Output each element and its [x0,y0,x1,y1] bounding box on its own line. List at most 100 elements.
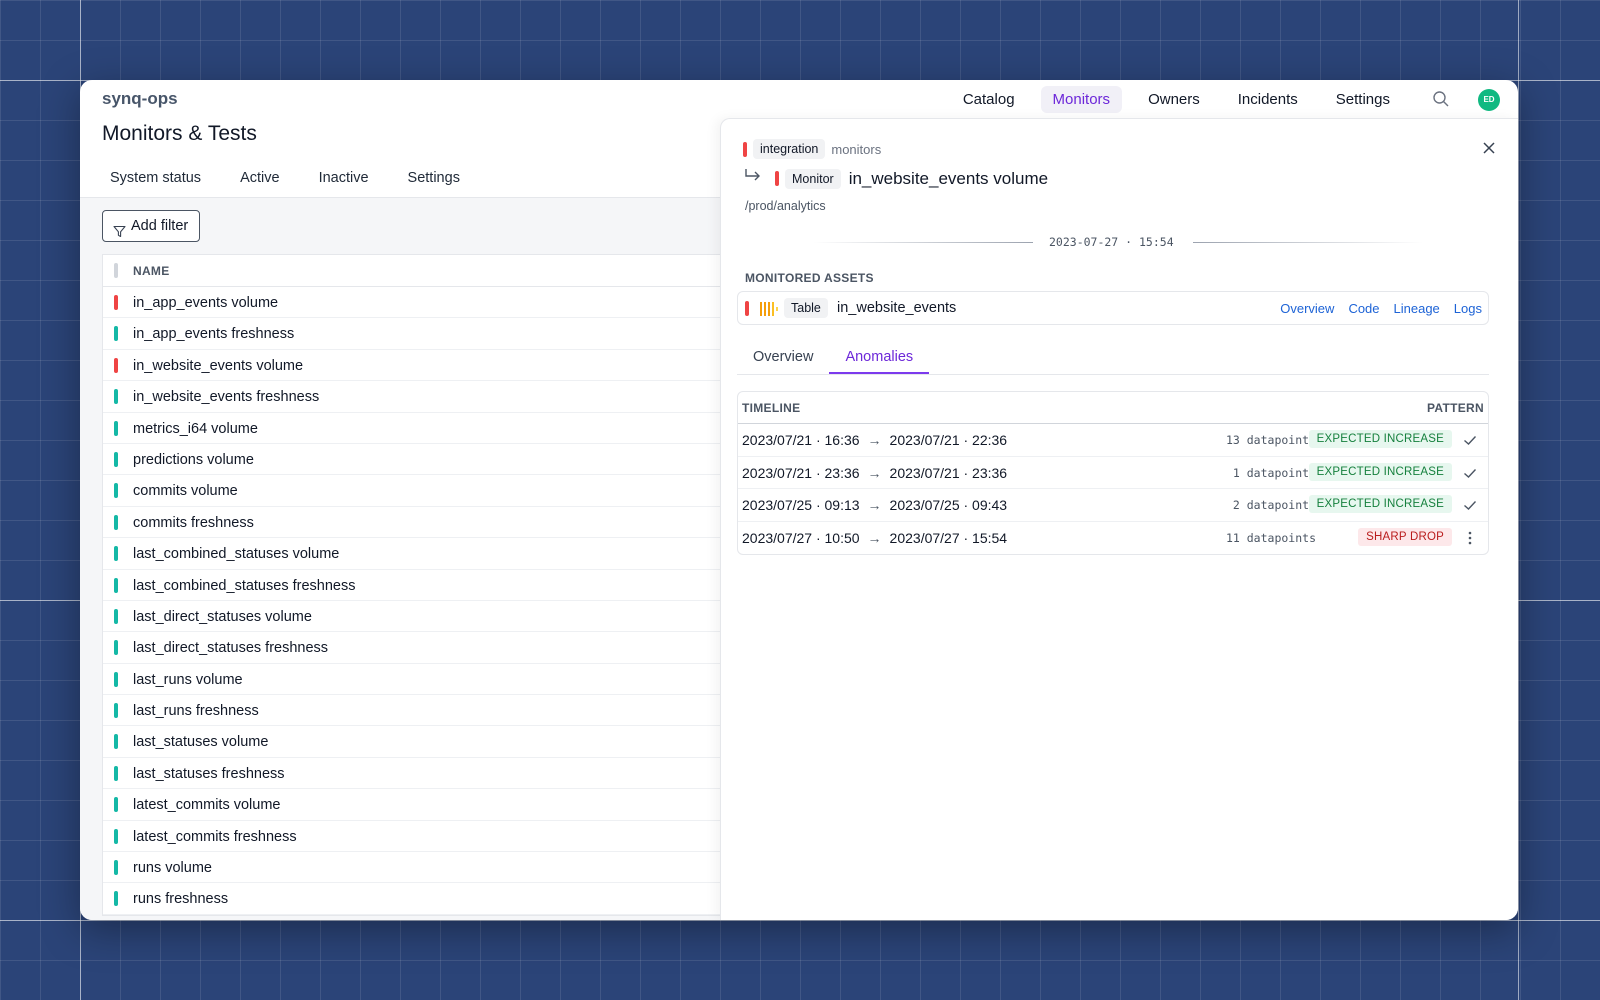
monitor-name: commits volume [133,483,238,500]
asset-type-chip: Table [784,298,828,318]
divider-line [1193,242,1423,243]
brand-name[interactable]: synq-ops [102,89,178,109]
monitor-name: in_app_events freshness [133,326,295,343]
avatar[interactable]: ED [1478,88,1500,111]
close-icon[interactable] [1482,141,1496,155]
anomaly-row[interactable]: 2023/07/21 · 16:36 → 2023/07/21 · 22:36 13 … [738,424,1488,457]
tab-active[interactable]: Active [232,158,288,198]
integration-status-bar [743,141,747,157]
anomaly-start: 2023/07/21 · 23:36 [742,464,860,481]
monitor-heading: Monitor in_website_events volume [743,168,1048,189]
table-row[interactable]: runs volume [103,852,742,884]
monitor-name: predictions volume [133,451,254,468]
monitor-name: last_direct_statuses freshness [133,640,329,657]
monitor-name: in_website_events volume [133,357,304,374]
anomaly-row[interactable]: 2023/07/25 · 09:13 → 2023/07/25 · 09:43 2 d… [738,489,1488,522]
table-row[interactable]: last_statuses volume [103,726,742,758]
nav-incidents[interactable]: Incidents [1226,86,1310,113]
add-filter-button[interactable]: Add filter [102,210,201,242]
table-row[interactable]: latest_commits freshness [103,821,742,853]
page-title: Monitors & Tests [102,122,257,145]
asset-link-lineage[interactable]: Lineage [1394,301,1440,316]
anomaly-end: 2023/07/27 · 15:54 [889,529,1008,546]
table-row[interactable]: last_combined_statuses volume [103,538,742,570]
anomaly-range: 2023/07/25 · 09:13 → 2023/07/25 · 09:43 [742,497,1007,513]
table-row[interactable]: latest_commits volume [103,789,742,821]
asset-link-overview[interactable]: Overview [1280,301,1334,316]
table-row[interactable]: last_combined_statuses freshness [103,570,742,601]
anomalies-table: TIMELINE PATTERN 2023/07/21 · 16:36 → 2023… [737,391,1489,555]
nav-owners[interactable]: Owners [1136,86,1212,113]
timestamp: 2023-07-27 · 15:54 [1049,235,1174,249]
status-indicator [114,891,118,907]
anomaly-start: 2023/07/25 · 09:13 [742,497,860,513]
anomaly-start: 2023/07/27 · 10:50 [742,529,860,546]
table-row[interactable]: commits freshness [103,507,742,539]
table-row[interactable]: runs freshness [103,883,742,915]
add-filter-label: Add filter [131,218,189,234]
table-row[interactable]: metrics_i64 volume [103,413,742,444]
check-icon[interactable] [1462,432,1478,448]
table-row[interactable]: in_app_events freshness [103,318,742,350]
integration-name[interactable]: monitors [831,142,881,157]
table-row[interactable]: last_runs freshness [103,695,742,727]
tab-system-status[interactable]: System status [102,158,209,198]
monitor-name: commits freshness [133,514,254,531]
nav-settings[interactable]: Settings [1324,86,1402,113]
monitor-name: last_direct_statuses volume [133,608,312,625]
anomaly-row[interactable]: 2023/07/21 · 23:36 → 2023/07/21 · 23:36 1 d… [738,457,1488,489]
asset-link-code[interactable]: Code [1348,301,1379,316]
divider-line [813,242,1033,243]
anomaly-end: 2023/07/25 · 09:43 [889,497,1008,513]
tab-anomalies[interactable]: Anomalies [829,341,930,374]
tab-settings[interactable]: Settings [400,158,468,198]
pattern-badge: EXPECTED INCREASE [1308,495,1452,513]
anomaly-end: 2023/07/21 · 22:36 [889,432,1008,448]
monitor-name: last_runs freshness [133,703,259,720]
table-row[interactable]: in_website_events volume [103,350,742,382]
table-row[interactable]: last_direct_statuses volume [103,601,742,633]
monitor-name: runs freshness [133,891,229,908]
column-header-timeline[interactable]: TIMELINE [742,401,800,415]
tab-overview[interactable]: Overview [737,341,829,374]
monitors-table: NAME in_app_events volume in_app_events f… [102,254,742,916]
status-column-marker [114,263,118,278]
column-header-pattern[interactable]: PATTERN [1427,401,1484,415]
table-header: NAME [103,255,742,287]
monitored-asset-row[interactable]: Table in_website_events Overview Code Li… [737,291,1489,325]
monitor-name: in_app_events volume [133,295,279,311]
nav-catalog[interactable]: Catalog [951,86,1027,113]
arrow-right-icon: → [867,432,882,448]
asset-link-logs[interactable]: Logs [1454,301,1482,316]
table-row[interactable]: last_runs volume [103,664,742,696]
tab-inactive[interactable]: Inactive [311,158,377,198]
table-body: in_app_events volume in_app_events freshn… [103,287,742,915]
table-row[interactable]: in_website_events freshness [103,381,742,413]
monitor-name: last_combined_statuses freshness [133,577,356,594]
table-row[interactable]: in_app_events volume [103,287,742,319]
check-icon[interactable] [1462,465,1478,481]
table-row[interactable]: predictions volume [103,444,742,476]
table-row[interactable]: commits volume [103,475,742,507]
pattern-badge: EXPECTED INCREASE [1308,430,1452,448]
status-indicator [114,451,118,467]
anomalies-body: 2023/07/21 · 16:36 → 2023/07/21 · 22:36 13 … [738,424,1488,554]
nav-monitors[interactable]: Monitors [1040,86,1123,113]
monitor-name: last_combined_statuses volume [133,546,340,563]
status-indicator [114,608,118,624]
anomaly-range: 2023/07/21 · 16:36 → 2023/07/21 · 22:36 [742,432,1007,448]
asset-name[interactable]: in_website_events [837,300,956,316]
monitor-name: last_statuses freshness [133,765,285,782]
table-row[interactable]: last_direct_statuses freshness [103,632,742,664]
more-vertical-icon[interactable] [1462,530,1478,546]
monitor-name: runs volume [133,860,212,877]
search-icon[interactable] [1432,90,1452,110]
datapoints-count: 1 datapoints [1232,465,1316,480]
check-icon[interactable] [1462,497,1478,513]
status-indicator [114,734,118,750]
table-row[interactable]: last_statuses freshness [103,758,742,790]
monitor-title: in_website_events volume [848,168,1049,188]
anomaly-row[interactable]: 2023/07/27 · 10:50 → 2023/07/27 · 15:54 11 … [738,522,1488,555]
column-header-name[interactable]: NAME [133,264,170,278]
top-bar: synq-ops Catalog Monitors Owners Inciden… [80,80,1518,120]
